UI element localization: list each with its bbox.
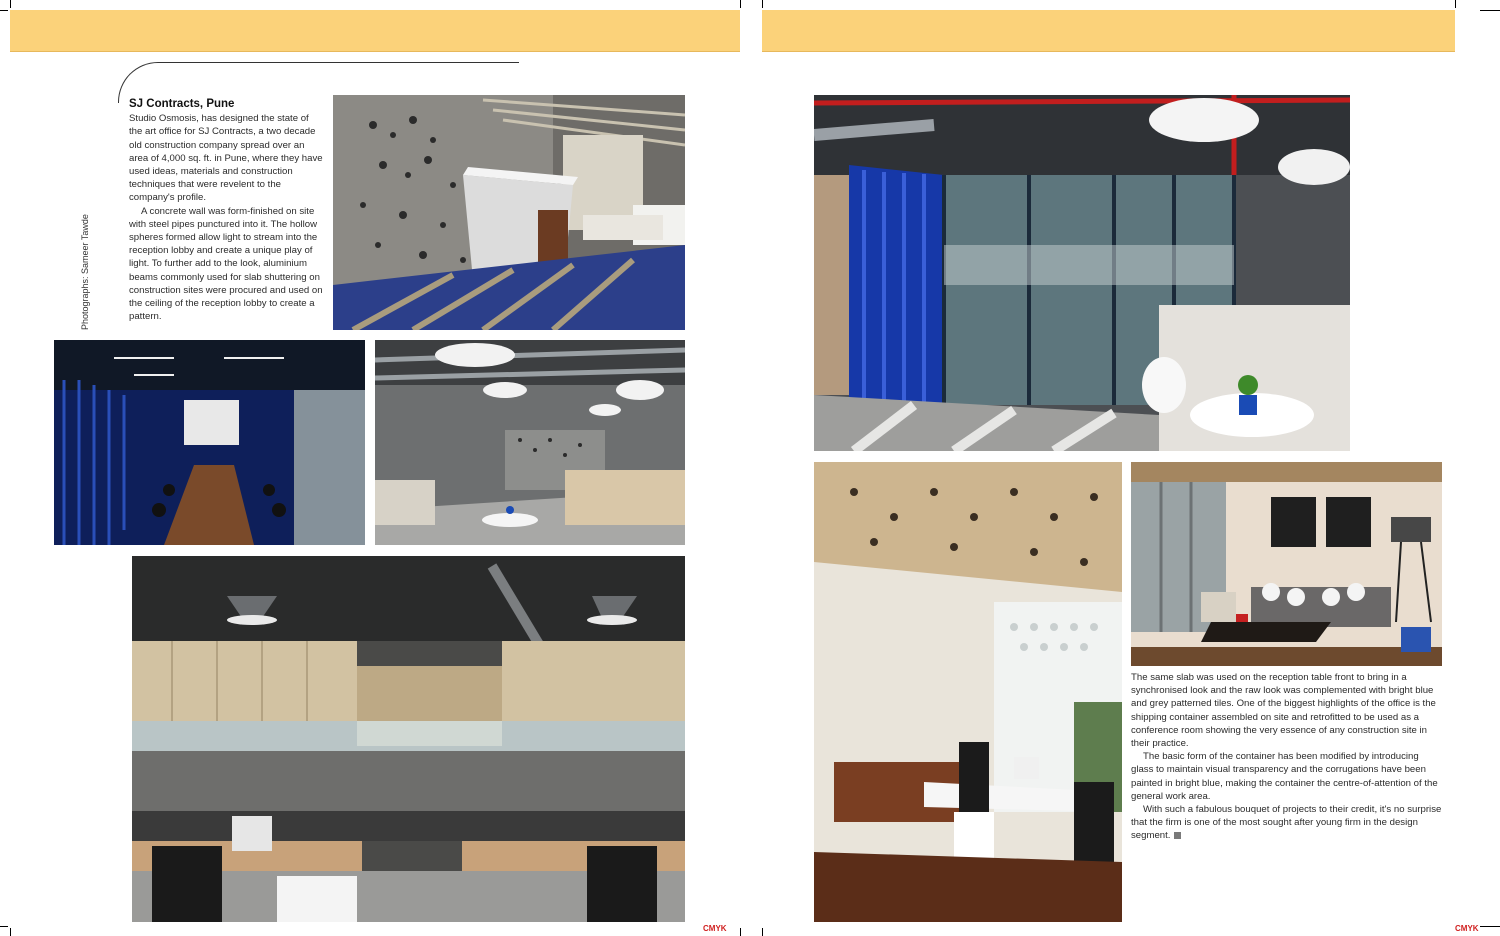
article-paragraph: The basic form of the container has been… (1131, 751, 1438, 802)
article-paragraph: Studio Osmosis, has designed the state o… (129, 113, 323, 204)
crop-mark (1480, 926, 1500, 927)
end-mark-icon (1174, 832, 1182, 840)
article-text-left: SJ Contracts, Pune Studio Osmosis, has d… (129, 98, 324, 323)
crop-mark (10, 928, 11, 936)
crop-mark (0, 10, 8, 11)
crop-mark (740, 928, 741, 936)
crop-mark (10, 0, 11, 8)
photo-container-exterior (814, 95, 1350, 451)
photo-credit: Photographs: Sameer Tawde (80, 214, 90, 330)
crop-mark (762, 928, 763, 936)
article-text-right: The same slab was used on the reception … (1131, 671, 1443, 843)
cmyk-mark: CMYK (703, 924, 727, 933)
photo-lounge (1131, 462, 1442, 666)
photo-open-office (375, 340, 685, 545)
crop-mark (1480, 10, 1500, 11)
article-paragraph: With such a fabulous bouquet of projects… (1131, 803, 1443, 843)
crop-mark (740, 0, 741, 8)
photo-reception (333, 95, 685, 330)
crop-mark (0, 926, 8, 927)
photo-conference-room (54, 340, 365, 545)
photo-cabin (814, 462, 1122, 922)
header-band (10, 10, 740, 52)
article-paragraph: A concrete wall was form-finished on sit… (129, 205, 323, 323)
crop-mark (762, 0, 763, 8)
crop-mark (1455, 0, 1456, 8)
cmyk-mark: CMYK (1455, 924, 1479, 933)
article-title: SJ Contracts, Pune (129, 98, 235, 110)
article-paragraph: The same slab was used on the reception … (1131, 672, 1436, 750)
photo-workstations (132, 556, 685, 922)
header-band (762, 10, 1455, 52)
